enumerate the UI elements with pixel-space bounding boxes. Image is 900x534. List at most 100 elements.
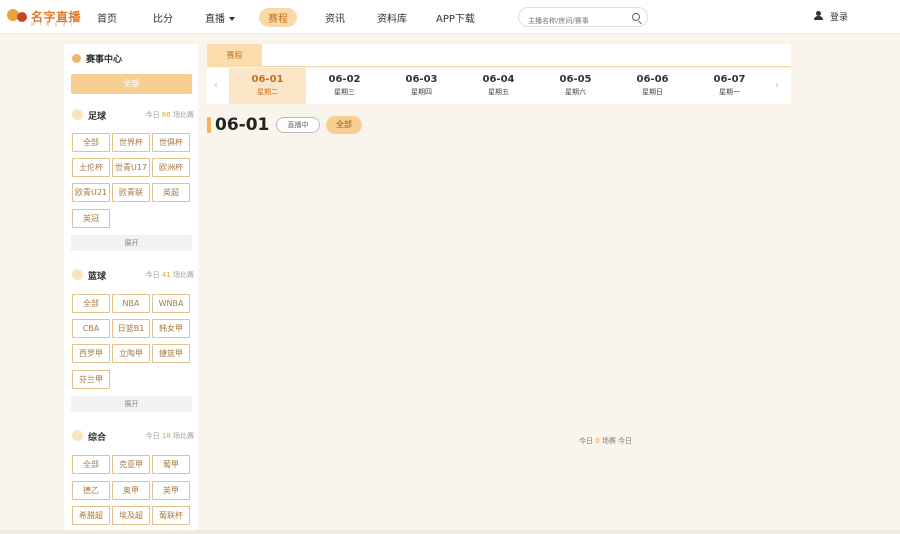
- site-logo[interactable]: 名字直播 M I N G Z I: [7, 7, 83, 27]
- tag-basketball-lithuania[interactable]: 立陶甲: [112, 344, 150, 363]
- tag-basketball-czech[interactable]: 捷篮甲: [152, 344, 190, 363]
- tag-basketball-cba[interactable]: CBA: [72, 319, 110, 338]
- tag-basketball-finland[interactable]: 芬兰甲: [72, 370, 110, 389]
- login-link[interactable]: 登录: [830, 10, 848, 23]
- nav-app-download[interactable]: APP下载: [436, 10, 475, 25]
- tab-schedule[interactable]: 赛程: [207, 44, 262, 67]
- nav-home[interactable]: 首页: [97, 10, 117, 25]
- weekday-label: 星期日: [642, 88, 663, 96]
- nav-live-label: 直播: [205, 14, 225, 25]
- tag-football-all[interactable]: 全部: [72, 133, 110, 152]
- weekday-label: 星期三: [334, 88, 355, 96]
- date-selector: ‹ 06-01 星期二 06-02 星期三 06-03 星期四 06-04 星期五 06…: [207, 68, 791, 104]
- tag-football-toulon[interactable]: 土伦杯: [72, 158, 110, 177]
- section-football-name: 足球: [88, 112, 107, 122]
- football-icon: [72, 109, 83, 120]
- date-item[interactable]: 06-03 星期四: [383, 68, 460, 104]
- logo-ball2-icon: [17, 12, 27, 22]
- weekday-label: 星期四: [411, 88, 432, 96]
- tag-basketball-kwbl[interactable]: 韩女甲: [152, 319, 190, 338]
- date-label: 06-06: [636, 74, 669, 85]
- tag-general-greece[interactable]: 希腊超: [72, 506, 110, 525]
- count-number: 86: [161, 111, 171, 119]
- event-center-sidebar: 赛事中心 全部 足球 今日 86 场比赛 全部 世界杯 世俱杯 土伦杯 世青U1…: [64, 44, 198, 530]
- user-icon[interactable]: [814, 11, 823, 20]
- search-input[interactable]: [528, 17, 628, 25]
- tag-basketball-all[interactable]: 全部: [72, 294, 110, 313]
- current-date-heading: 06-01: [215, 115, 270, 135]
- tag-basketball-romania[interactable]: 西罗甲: [72, 344, 110, 363]
- summary-prefix: 今日: [579, 437, 593, 445]
- sidebar-title-text: 赛事中心: [86, 55, 123, 65]
- count-suffix: 场比赛: [173, 271, 194, 279]
- date-item[interactable]: 06-05 星期六: [537, 68, 614, 104]
- nav-live[interactable]: 直播: [205, 10, 235, 25]
- section-basketball-name: 篮球: [88, 272, 107, 282]
- tag-general-bundesliga2[interactable]: 德乙: [72, 481, 110, 500]
- filter-live-button[interactable]: 直播中: [276, 117, 320, 133]
- date-label: 06-05: [559, 74, 592, 85]
- tag-football-championship[interactable]: 英冠: [72, 209, 110, 228]
- tag-general-portugal2[interactable]: 葡甲: [152, 455, 190, 474]
- nav-schedule[interactable]: 赛程: [259, 8, 297, 27]
- date-item[interactable]: 06-04 星期五: [460, 68, 537, 104]
- tag-football-euro-youth[interactable]: 欧青联: [112, 183, 150, 202]
- search-box: [518, 7, 648, 27]
- date-prev-arrow-icon[interactable]: ‹: [214, 80, 218, 91]
- weekday-label: 星期六: [565, 88, 586, 96]
- tag-football-club-world-cup[interactable]: 世俱杯: [152, 133, 190, 152]
- tag-general-portugal-cup[interactable]: 葡联杯: [152, 506, 190, 525]
- tag-general-league-one[interactable]: 英甲: [152, 481, 190, 500]
- basketball-expand-button[interactable]: 展开: [71, 396, 192, 412]
- nav-news[interactable]: 资讯: [325, 10, 345, 25]
- sidebar-title: 赛事中心: [72, 52, 122, 65]
- tag-basketball-b1[interactable]: 日篮B1: [112, 319, 150, 338]
- section-general-count: 今日 18 场比赛: [146, 431, 194, 441]
- tag-football-u17[interactable]: 世青U17: [112, 158, 150, 177]
- search-icon[interactable]: [632, 13, 640, 21]
- date-item[interactable]: 06-06 星期日: [614, 68, 691, 104]
- tag-football-euro[interactable]: 欧洲杯: [152, 158, 190, 177]
- date-item[interactable]: 06-07 星期一: [691, 68, 768, 104]
- count-number: 41: [161, 271, 171, 279]
- section-basketball-count: 今日 41 场比赛: [146, 270, 194, 280]
- weekday-label: 星期五: [488, 88, 509, 96]
- top-header: 名字直播 M I N G Z I 首页 比分 直播 赛程 资讯 资料库 APP下…: [0, 0, 900, 34]
- nav-database[interactable]: 资料库: [377, 10, 407, 25]
- logo-subtext: M I N G Z I: [31, 22, 74, 27]
- tag-football-epl[interactable]: 英超: [152, 183, 190, 202]
- count-prefix: 今日: [145, 271, 160, 279]
- summary-mid: 场赛: [601, 437, 616, 445]
- tag-basketball-wnba[interactable]: WNBA: [152, 294, 190, 313]
- count-suffix: 场比赛: [173, 111, 194, 119]
- date-item[interactable]: 06-01 星期二: [229, 68, 306, 104]
- section-football-count: 今日 86 场比赛: [146, 110, 194, 120]
- summary-count: 0: [595, 437, 600, 445]
- user-icon-body: [814, 16, 823, 20]
- tag-general-egypt[interactable]: 埃及超: [112, 506, 150, 525]
- tag-general-austria[interactable]: 奥甲: [112, 481, 150, 500]
- date-label: 06-02: [328, 74, 361, 85]
- date-label: 06-07: [713, 74, 746, 85]
- football-expand-button[interactable]: 展开: [71, 235, 192, 251]
- filter-all-button[interactable]: 全部: [326, 116, 362, 134]
- tag-football-euro-u21[interactable]: 欧青U21: [72, 183, 110, 202]
- date-item[interactable]: 06-02 星期三: [306, 68, 383, 104]
- page-bottom-strip: [0, 530, 900, 534]
- tag-football-world-cup[interactable]: 世界杯: [112, 133, 150, 152]
- nav-score[interactable]: 比分: [153, 10, 173, 25]
- schedule-main: 赛程 ‹ 06-01 星期二 06-02 星期三 06-03 星期四 06-04 星期五…: [207, 44, 791, 530]
- tag-general-all[interactable]: 全部: [72, 455, 110, 474]
- tag-basketball-nba[interactable]: NBA: [112, 294, 150, 313]
- tag-general-croatia[interactable]: 克亚甲: [112, 455, 150, 474]
- main-tabbar: 赛程: [207, 44, 791, 67]
- date-next-arrow-icon[interactable]: ›: [775, 80, 779, 91]
- count-prefix: 今日: [145, 111, 160, 119]
- section-football-header: 足球 今日 86 场比赛: [70, 108, 194, 122]
- count-suffix: 场比赛: [173, 432, 194, 440]
- general-icon: [72, 430, 83, 441]
- match-summary: 今日 0 场赛 今日: [579, 436, 632, 446]
- date-label: 06-04: [482, 74, 515, 85]
- basketball-icon: [72, 269, 83, 280]
- sidebar-all-button[interactable]: 全部: [71, 74, 192, 94]
